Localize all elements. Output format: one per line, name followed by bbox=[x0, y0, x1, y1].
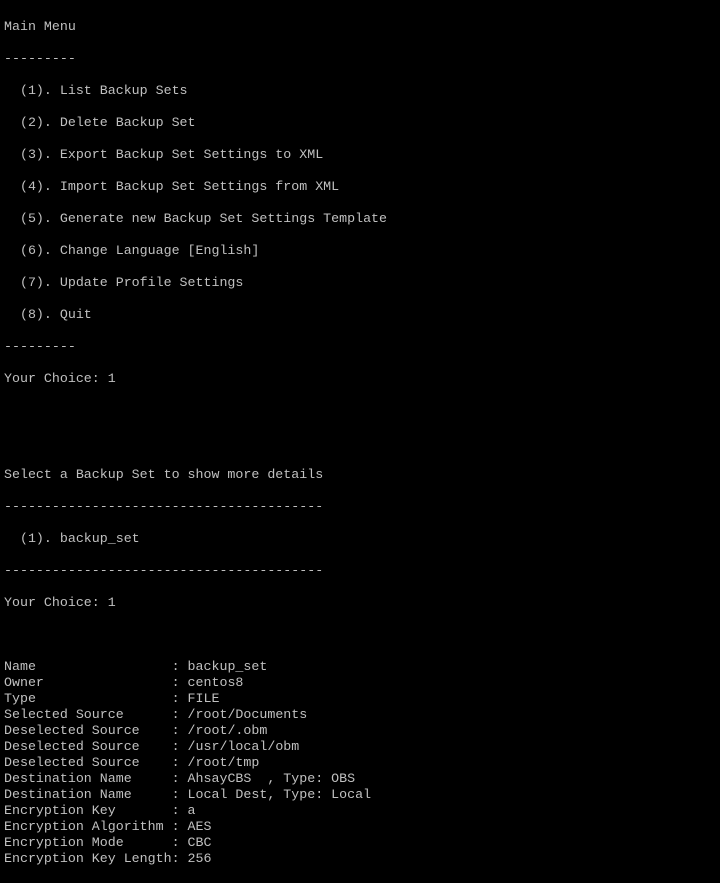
detail-value: backup_set bbox=[187, 659, 268, 674]
detail-value: AES bbox=[187, 819, 212, 834]
detail-row: Deselected Source : /usr/local/obm bbox=[4, 739, 720, 755]
detail-row: Encryption Mode : CBC bbox=[4, 835, 720, 851]
detail-separator: : bbox=[171, 739, 188, 754]
terminal-window[interactable]: Main Menu --------- (1). List Backup Set… bbox=[0, 0, 720, 866]
menu-item-list-backup-sets: (1). List Backup Sets bbox=[4, 83, 188, 98]
detail-row: Type : FILE bbox=[4, 691, 720, 707]
detail-key: Name bbox=[4, 659, 172, 674]
menu-item-quit: (8). Quit bbox=[4, 307, 92, 322]
detail-separator: : bbox=[171, 803, 188, 818]
separator: --------- bbox=[4, 51, 76, 66]
detail-separator: : bbox=[171, 771, 188, 786]
detail-value: FILE bbox=[187, 691, 220, 706]
main-menu-title: Main Menu bbox=[4, 19, 76, 34]
detail-row: Owner : centos8 bbox=[4, 675, 720, 691]
detail-value: AhsayCBS , Type: OBS bbox=[187, 771, 356, 786]
menu-item-generate-template: (5). Generate new Backup Set Settings Te… bbox=[4, 211, 388, 226]
detail-value: 256 bbox=[187, 851, 212, 866]
detail-separator: : bbox=[171, 659, 188, 674]
detail-separator: : bbox=[171, 691, 188, 706]
detail-key: Encryption Key Length bbox=[4, 851, 172, 866]
detail-row: Selected Source : /root/Documents bbox=[4, 707, 720, 723]
detail-row: Encryption Algorithm : AES bbox=[4, 819, 720, 835]
detail-key: Owner bbox=[4, 675, 172, 690]
backup-set-details: Name : backup_set Owner : centos8 Type : F… bbox=[4, 659, 720, 867]
menu-item-delete-backup-set: (2). Delete Backup Set bbox=[4, 115, 196, 130]
detail-value: centos8 bbox=[187, 675, 244, 690]
detail-value: CBC bbox=[187, 835, 212, 850]
menu-item-update-profile: (7). Update Profile Settings bbox=[4, 275, 244, 290]
detail-row: Destination Name : Local Dest, Type: Loc… bbox=[4, 787, 720, 803]
menu-item-import-settings: (4). Import Backup Set Settings from XML bbox=[4, 179, 340, 194]
backup-set-item: (1). backup_set bbox=[4, 531, 140, 546]
detail-separator: : bbox=[171, 851, 188, 866]
detail-separator: : bbox=[171, 819, 188, 834]
detail-row: Deselected Source : /root/tmp bbox=[4, 755, 720, 771]
detail-value: /root/tmp bbox=[187, 755, 260, 770]
menu-item-export-settings: (3). Export Backup Set Settings to XML bbox=[4, 147, 324, 162]
menu-item-change-language: (6). Change Language [English] bbox=[4, 243, 260, 258]
detail-key: Encryption Algorithm bbox=[4, 819, 172, 834]
detail-key: Encryption Key bbox=[4, 803, 172, 818]
detail-key: Encryption Mode bbox=[4, 835, 172, 850]
choice-prompt: Your Choice: 1 bbox=[4, 595, 116, 610]
detail-key: Destination Name bbox=[4, 771, 172, 786]
detail-separator: : bbox=[171, 723, 188, 738]
detail-row: Destination Name : AhsayCBS , Type: OBS bbox=[4, 771, 720, 787]
detail-key: Type bbox=[4, 691, 172, 706]
detail-value: /root/Documents bbox=[187, 707, 308, 722]
detail-separator: : bbox=[171, 707, 188, 722]
select-set-title: Select a Backup Set to show more details bbox=[4, 467, 324, 482]
detail-key: Deselected Source bbox=[4, 739, 172, 754]
detail-key: Destination Name bbox=[4, 787, 172, 802]
detail-row: Encryption Key : a bbox=[4, 803, 720, 819]
detail-separator: : bbox=[171, 755, 188, 770]
detail-row: Deselected Source : /root/.obm bbox=[4, 723, 720, 739]
detail-value: a bbox=[187, 803, 196, 818]
separator: ---------------------------------------- bbox=[4, 563, 324, 578]
separator: ---------------------------------------- bbox=[4, 499, 324, 514]
detail-row: Encryption Key Length: 256 bbox=[4, 851, 720, 867]
detail-value: /root/.obm bbox=[187, 723, 268, 738]
detail-separator: : bbox=[171, 835, 188, 850]
detail-value: Local Dest, Type: Local bbox=[187, 787, 372, 802]
detail-separator: : bbox=[171, 675, 188, 690]
choice-prompt: Your Choice: 1 bbox=[4, 371, 116, 386]
detail-row: Name : backup_set bbox=[4, 659, 720, 675]
detail-key: Deselected Source bbox=[4, 723, 172, 738]
detail-value: /usr/local/obm bbox=[187, 739, 300, 754]
detail-key: Selected Source bbox=[4, 707, 172, 722]
separator: --------- bbox=[4, 339, 76, 354]
detail-separator: : bbox=[171, 787, 188, 802]
detail-key: Deselected Source bbox=[4, 755, 172, 770]
